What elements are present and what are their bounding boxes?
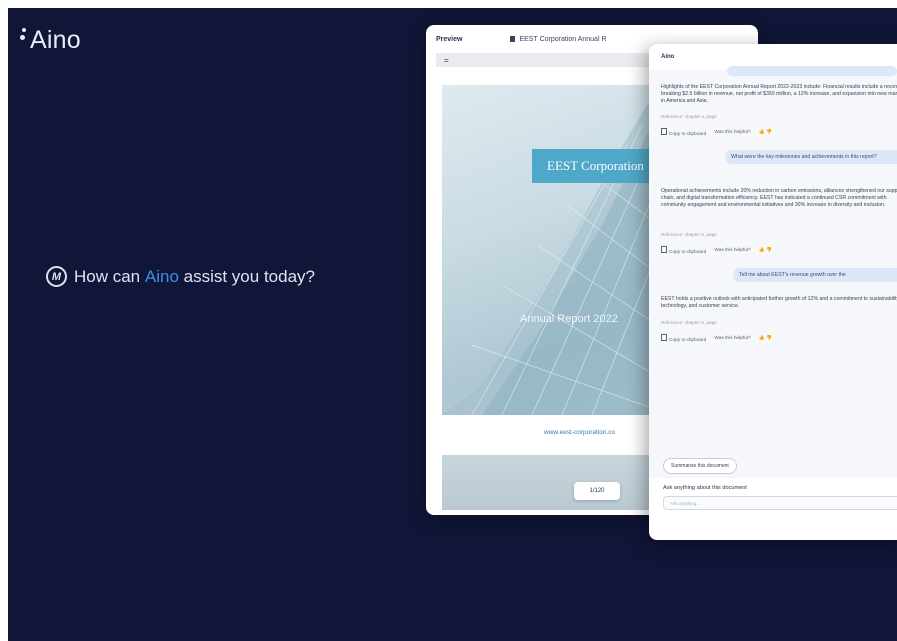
- message-actions: Copy to clipboard Was this helpful? 👍 👎: [661, 334, 772, 343]
- prompt-text-before: How can: [74, 266, 145, 286]
- chat-input[interactable]: Ask anything...: [663, 496, 897, 510]
- thumbs-icons[interactable]: 👍 👎: [759, 248, 772, 253]
- assistant-message: Operational achievements include 20% red…: [661, 188, 897, 208]
- ask-label: Ask anything about this document: [663, 485, 747, 491]
- logo-dots-icon: [20, 26, 29, 50]
- copy-icon: [661, 246, 667, 253]
- summarise-document-button[interactable]: Summarise this document: [663, 458, 737, 474]
- copy-icon: [661, 128, 667, 135]
- message-reference[interactable]: Reference: chapter 4, page: [661, 114, 717, 119]
- message-actions: Copy to clipboard Was this helpful? 👍 👎: [661, 246, 772, 255]
- copy-icon: [661, 334, 667, 341]
- copy-to-clipboard-button[interactable]: Copy to clipboard: [661, 128, 706, 137]
- next-page-strip: [442, 455, 672, 510]
- preview-title: Preview: [436, 35, 463, 43]
- thumbs-icons[interactable]: 👍 👎: [759, 336, 772, 341]
- prompt-text-after: assist you today?: [178, 266, 315, 286]
- copy-label: Copy to clipboard: [669, 250, 707, 255]
- thumbs-icons[interactable]: 👍 👎: [759, 130, 772, 135]
- document-icon: [510, 36, 516, 42]
- assistant-message: Highlights of the EEST Corporation Annua…: [661, 84, 897, 104]
- chat-panel: Aino Highlights of the EEST Corporation …: [649, 44, 897, 540]
- copy-label: Copy to clipboard: [669, 338, 707, 343]
- preview-doc-name-text: EEST Corporation Annual R: [519, 35, 607, 43]
- cover-subtitle: Annual Report 2022: [520, 313, 618, 325]
- user-message-partial: [727, 66, 897, 76]
- assistant-message: EEST holds a positive outlook with antic…: [661, 296, 897, 309]
- prompt-brand: Aino: [144, 266, 179, 286]
- page-indicator[interactable]: 1/120: [574, 482, 620, 500]
- logo-text: Aino: [30, 26, 81, 54]
- menu-icon[interactable]: =: [444, 56, 449, 65]
- copy-to-clipboard-button[interactable]: Copy to clipboard: [661, 246, 706, 255]
- cover-url: www.eest-corporation.co: [544, 429, 616, 436]
- user-message: Tell me about EEST's revenue growth over…: [733, 268, 897, 282]
- message-actions: Copy to clipboard Was this helpful? 👍 👎: [661, 128, 772, 137]
- message-reference[interactable]: Reference: chapter 6, page: [661, 320, 717, 325]
- aino-logo: Aino: [20, 26, 81, 55]
- assistant-m-icon: M: [46, 266, 67, 287]
- message-reference[interactable]: Reference: chapter 5, page: [661, 232, 717, 237]
- preview-doc-name[interactable]: EEST Corporation Annual R: [510, 35, 607, 43]
- helpful-label: Was this helpful?: [714, 248, 751, 253]
- cover-architecture-graphic: [442, 85, 672, 415]
- user-message: What were the key milestones and achieve…: [725, 150, 897, 164]
- copy-label: Copy to clipboard: [669, 132, 707, 137]
- app-background: Aino M How can Aino assist you today? Pr…: [8, 8, 897, 641]
- document-cover-page: EEST Corporation Annual Report 2022: [442, 85, 672, 415]
- helpful-label: Was this helpful?: [714, 336, 751, 341]
- chat-messages[interactable]: Highlights of the EEST Corporation Annua…: [649, 66, 897, 478]
- copy-to-clipboard-button[interactable]: Copy to clipboard: [661, 334, 706, 343]
- helpful-label: Was this helpful?: [714, 130, 751, 135]
- assist-prompt: M How can Aino assist you today?: [46, 266, 315, 287]
